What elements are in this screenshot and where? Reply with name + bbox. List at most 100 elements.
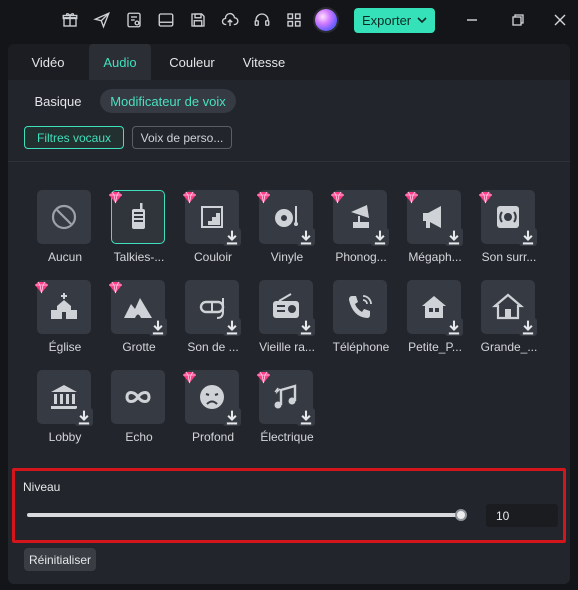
effect-item[interactable]: Profond xyxy=(175,370,251,448)
effect-label: Église xyxy=(48,340,82,354)
subtab-basic[interactable]: Basique xyxy=(26,89,90,113)
close-icon[interactable] xyxy=(550,10,570,30)
effect-item[interactable]: Talkies-... xyxy=(101,190,177,268)
effect-item[interactable]: Grande_... xyxy=(471,280,547,358)
premium-gem-icon xyxy=(182,191,197,204)
chevron-down-icon xyxy=(417,17,427,24)
effect-item[interactable]: Son surr... xyxy=(471,190,547,268)
effect-label: Mégaph... xyxy=(408,250,462,264)
effect-item[interactable]: Phonog... xyxy=(323,190,399,268)
effect-label: Grotte xyxy=(122,340,156,354)
effect-thumbnail[interactable] xyxy=(407,280,463,336)
premium-gem-icon xyxy=(256,191,271,204)
effect-label: Petite_P... xyxy=(408,340,462,354)
effect-thumbnail[interactable] xyxy=(259,280,315,336)
tab-video[interactable]: Vidéo xyxy=(8,44,88,80)
effect-label: Couloir xyxy=(193,250,232,264)
effect-item[interactable]: Téléphone xyxy=(323,280,399,358)
download-icon[interactable] xyxy=(371,228,389,246)
level-value-input[interactable]: 10 xyxy=(486,504,558,527)
restore-icon[interactable] xyxy=(508,10,528,30)
effect-item[interactable]: Lobby xyxy=(27,370,103,448)
download-icon[interactable] xyxy=(297,228,315,246)
premium-gem-icon xyxy=(108,281,123,294)
export-button[interactable]: Exporter xyxy=(354,8,435,33)
send-icon[interactable] xyxy=(91,9,113,31)
effect-label: Électrique xyxy=(260,430,314,444)
effect-thumbnail[interactable] xyxy=(185,280,241,336)
grid-icon[interactable] xyxy=(283,9,305,31)
export-button-label: Exporter xyxy=(362,13,412,28)
chip-voice-filters[interactable]: Filtres vocaux xyxy=(24,126,124,149)
premium-gem-icon xyxy=(330,191,345,204)
cloud-upload-icon[interactable] xyxy=(219,9,241,31)
download-icon[interactable] xyxy=(519,228,537,246)
headset-icon[interactable] xyxy=(251,9,273,31)
subtab-voice-changer[interactable]: Modificateur de voix xyxy=(100,89,236,113)
effect-item[interactable]: Vinyle xyxy=(249,190,325,268)
download-icon[interactable] xyxy=(445,318,463,336)
minimize-icon[interactable] xyxy=(462,10,482,30)
download-icon[interactable] xyxy=(297,408,315,426)
effect-item[interactable]: Église xyxy=(27,280,103,358)
premium-gem-icon xyxy=(404,191,419,204)
download-icon[interactable] xyxy=(297,318,315,336)
level-highlight-box xyxy=(12,468,566,543)
none-icon xyxy=(51,204,77,230)
premium-gem-icon xyxy=(182,371,197,384)
effect-item[interactable]: Mégaph... xyxy=(397,190,473,268)
effect-item[interactable]: Aucun xyxy=(27,190,103,268)
walkie-talkie-icon xyxy=(132,203,145,229)
save-icon[interactable] xyxy=(187,9,209,31)
effect-thumbnail[interactable] xyxy=(481,280,537,336)
effect-label: Lobby xyxy=(48,430,82,444)
checklist-icon[interactable] xyxy=(123,9,145,31)
effect-thumbnail[interactable] xyxy=(111,370,165,424)
layout-icon[interactable] xyxy=(155,9,177,31)
effect-item[interactable]: Vieille ra... xyxy=(249,280,325,358)
effect-item[interactable]: Echo xyxy=(101,370,177,448)
effect-thumbnail[interactable] xyxy=(333,280,387,334)
effect-label: Vieille ra... xyxy=(259,340,315,354)
download-icon[interactable] xyxy=(149,318,167,336)
chip-custom-voice[interactable]: Voix de perso... xyxy=(132,126,232,149)
effect-item[interactable]: Électrique xyxy=(249,370,325,448)
download-icon[interactable] xyxy=(223,408,241,426)
premium-gem-icon xyxy=(34,281,49,294)
premium-gem-icon xyxy=(256,371,271,384)
effect-item[interactable]: Grotte xyxy=(101,280,177,358)
effect-item[interactable]: Petite_P... xyxy=(397,280,473,358)
level-title: Niveau xyxy=(23,480,61,494)
effect-label: Phonog... xyxy=(335,250,387,264)
effect-label: Vinyle xyxy=(270,250,304,264)
effect-thumbnail[interactable] xyxy=(37,190,91,244)
level-slider-track[interactable] xyxy=(27,513,462,517)
effect-item[interactable]: Son de ... xyxy=(175,280,251,358)
effect-label: Echo xyxy=(125,430,153,444)
reset-button[interactable]: Réinitialiser xyxy=(24,548,96,571)
effect-label: Aucun xyxy=(47,250,83,264)
level-slider-thumb[interactable] xyxy=(455,509,467,521)
download-icon[interactable] xyxy=(223,228,241,246)
divider xyxy=(8,161,570,162)
effect-label: Téléphone xyxy=(332,340,390,354)
effect-label: Talkies-... xyxy=(113,250,165,264)
download-icon[interactable] xyxy=(75,408,93,426)
gift-icon[interactable] xyxy=(59,9,81,31)
tab-bar: Vidéo Audio Couleur Vitesse xyxy=(8,44,570,80)
effect-label: Son surr... xyxy=(481,250,537,264)
download-icon[interactable] xyxy=(223,318,241,336)
tab-audio[interactable]: Audio xyxy=(89,44,151,80)
effect-label: Profond xyxy=(191,430,235,444)
effect-label: Grande_... xyxy=(480,340,538,354)
church-icon xyxy=(51,293,77,319)
download-icon[interactable] xyxy=(519,318,537,336)
tab-speed[interactable]: Vitesse xyxy=(230,44,298,80)
tab-color[interactable]: Couleur xyxy=(156,44,228,80)
premium-gem-icon xyxy=(108,191,123,204)
ai-assistant-avatar[interactable] xyxy=(315,9,337,31)
effect-item[interactable]: Couloir xyxy=(175,190,251,268)
properties-panel: Vidéo Audio Couleur Vitesse Basique Modi… xyxy=(8,44,570,584)
effect-thumbnail[interactable] xyxy=(37,370,93,426)
download-icon[interactable] xyxy=(445,228,463,246)
